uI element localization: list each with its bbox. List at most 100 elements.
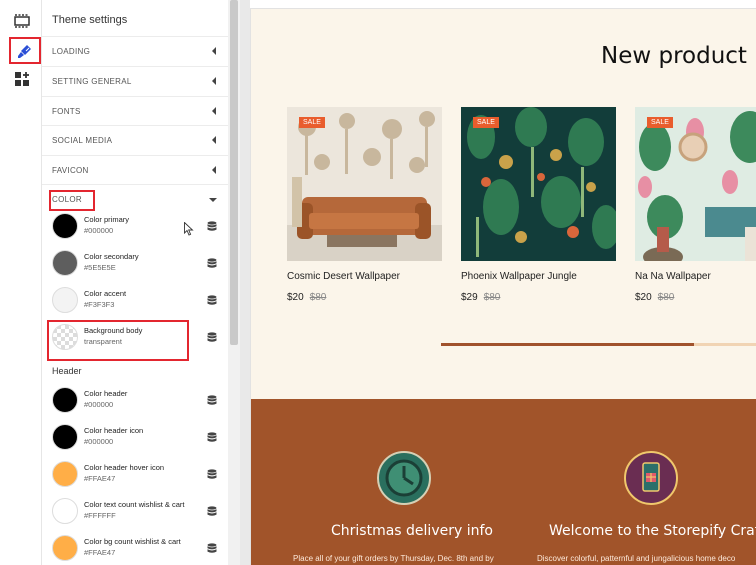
- color-header-row[interactable]: Color header #000000: [52, 386, 217, 418]
- color-name: Color text count wishlist & cart: [84, 500, 185, 509]
- database-icon[interactable]: [207, 504, 217, 522]
- color-swatch[interactable]: [52, 498, 78, 524]
- chevron-left-icon: [212, 136, 216, 144]
- scrollbar-thumb[interactable]: [230, 0, 238, 345]
- carousel-progress[interactable]: [441, 343, 756, 346]
- panel-divider: [240, 0, 250, 565]
- panel-title: Theme settings: [52, 14, 128, 26]
- color-swatch[interactable]: [52, 387, 78, 413]
- product-image[interactable]: SALE: [287, 107, 442, 261]
- color-value: #000000: [84, 226, 114, 235]
- carousel-progress-fill: [441, 343, 694, 346]
- section-label: SOCIAL MEDIA: [52, 136, 113, 145]
- product-price: $20 $80: [287, 292, 326, 303]
- color-accent-row[interactable]: Color accent #F3F3F3: [52, 286, 217, 318]
- theme-settings-brush-icon[interactable]: [9, 37, 41, 64]
- section-label: FAVICON: [52, 166, 89, 175]
- color-secondary-row[interactable]: Color secondary #5E5E5E: [52, 249, 217, 281]
- color-header-icon-row[interactable]: Color header icon #000000: [52, 423, 217, 455]
- product-name[interactable]: Phoenix Wallpaper Jungle: [461, 271, 577, 282]
- section-label: FONTS: [52, 107, 81, 116]
- sections-icon[interactable]: [10, 9, 34, 33]
- old-price: $80: [483, 292, 501, 303]
- product-image[interactable]: SALE: [461, 107, 616, 261]
- database-icon[interactable]: [207, 467, 217, 485]
- current-price: $29: [461, 292, 478, 303]
- color-name: Color bg count wishlist & cart: [84, 537, 181, 546]
- color-swatch[interactable]: [52, 250, 78, 276]
- product-image[interactable]: SALE: [635, 107, 756, 261]
- sale-badge: SALE: [473, 117, 499, 128]
- header-group-label: Header: [52, 366, 82, 376]
- gift-phone-icon: [624, 451, 678, 505]
- product-name[interactable]: Na Na Wallpaper: [635, 271, 711, 282]
- database-icon[interactable]: [207, 330, 217, 348]
- color-text-count-row[interactable]: Color text count wishlist & cart #FFFFFF: [52, 497, 217, 529]
- product-price: $20 $80: [635, 292, 674, 303]
- database-icon[interactable]: [207, 256, 217, 274]
- color-value: #FFAE47: [84, 474, 116, 483]
- color-name: Color primary: [84, 215, 130, 224]
- old-price: $80: [309, 292, 327, 303]
- feature-title: Christmas delivery info: [331, 523, 493, 539]
- new-product-title: New product: [601, 43, 747, 69]
- icon-rail: [0, 0, 42, 565]
- old-price: $80: [657, 292, 675, 303]
- database-icon[interactable]: [207, 541, 217, 559]
- color-swatch[interactable]: [52, 461, 78, 487]
- section-loading[interactable]: LOADING: [42, 36, 228, 66]
- current-price: $20: [635, 292, 652, 303]
- color-value: #000000: [84, 400, 114, 409]
- color-name: Color header icon: [84, 426, 144, 435]
- color-value: #5E5E5E: [84, 263, 116, 272]
- color-swatch[interactable]: [52, 287, 78, 313]
- panel-scrollbar[interactable]: [228, 0, 240, 565]
- theme-settings-panel: Theme settings LOADING SETTING GENERAL F…: [42, 0, 228, 565]
- product-card[interactable]: SALE Phoenix Wallpaper Jungle $29 $80: [461, 107, 616, 303]
- color-swatch[interactable]: [52, 535, 78, 561]
- color-value: #F3F3F3: [84, 300, 115, 309]
- product-price: $29 $80: [461, 292, 500, 303]
- color-value: #FFFFFF: [84, 511, 116, 520]
- section-setting-general[interactable]: SETTING GENERAL: [42, 66, 228, 96]
- product-card[interactable]: SALE Cosmic Desert Wallpaper $20 $80: [287, 107, 442, 303]
- color-value: #000000: [84, 437, 114, 446]
- apps-add-icon[interactable]: [10, 67, 34, 91]
- chevron-left-icon: [212, 166, 216, 174]
- color-value: #FFAE47: [84, 548, 116, 557]
- sale-badge: SALE: [647, 117, 673, 128]
- product-name[interactable]: Cosmic Desert Wallpaper: [287, 271, 400, 282]
- feature-text: Place all of your gift orders by Thursda…: [293, 554, 494, 563]
- color-swatch[interactable]: [52, 424, 78, 450]
- mouse-cursor-icon: [184, 222, 194, 236]
- chevron-left-icon: [212, 47, 216, 55]
- product-card[interactable]: SALE Na Na Wallpaper $20 $80: [635, 107, 756, 303]
- color-name: Color accent: [84, 289, 127, 298]
- section-social-media[interactable]: SOCIAL MEDIA: [42, 125, 228, 155]
- store-preview: New product SALE Cosmic Desert Wallpaper…: [250, 8, 756, 565]
- color-bg-count-row[interactable]: Color bg count wishlist & cart #FFAE47: [52, 534, 217, 565]
- feature-text: Discover colorful, patternful and jungal…: [537, 554, 736, 563]
- background-body-highlight: [47, 320, 189, 361]
- color-name: Color secondary: [84, 252, 139, 261]
- clock-icon: [377, 451, 431, 505]
- color-swatch[interactable]: [52, 213, 78, 239]
- section-label: SETTING GENERAL: [52, 77, 132, 86]
- chevron-left-icon: [212, 77, 216, 85]
- color-header-hover-icon-row[interactable]: Color header hover icon #FFAE47: [52, 460, 217, 492]
- sale-badge: SALE: [299, 117, 325, 128]
- database-icon[interactable]: [207, 430, 217, 448]
- color-name: Color header hover icon: [84, 463, 165, 472]
- section-fonts[interactable]: FONTS: [42, 96, 228, 126]
- section-label: LOADING: [52, 47, 91, 56]
- feature-title: Welcome to the Storepify Craft!: [549, 523, 756, 539]
- chevron-left-icon: [212, 107, 216, 115]
- features-banner: Christmas delivery info Place all of you…: [251, 399, 756, 565]
- color-section-highlight: [49, 190, 95, 211]
- chevron-down-icon: [209, 198, 217, 202]
- database-icon[interactable]: [207, 293, 217, 311]
- section-favicon[interactable]: FAVICON: [42, 155, 228, 185]
- database-icon[interactable]: [207, 219, 217, 237]
- database-icon[interactable]: [207, 393, 217, 411]
- color-name: Color header: [84, 389, 128, 398]
